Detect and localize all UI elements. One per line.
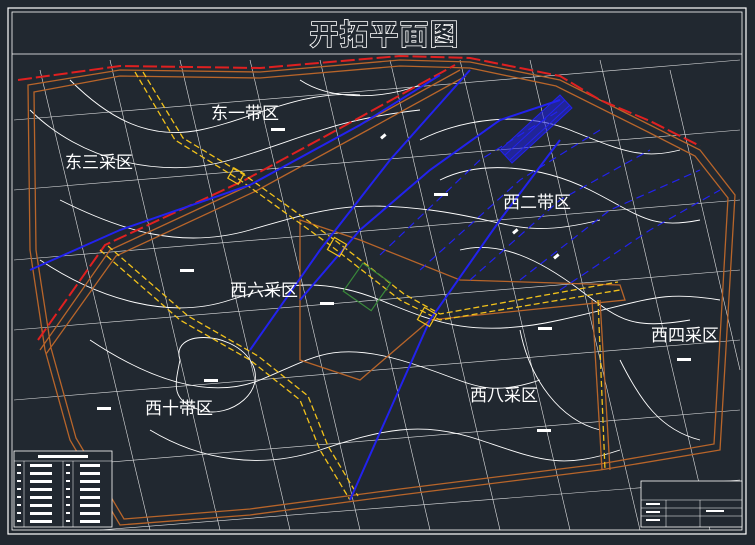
zone-label-xi-si: 西四采区 [651,326,719,346]
coordinate-grid [13,59,741,531]
working-face-hatch [499,94,573,164]
zone-label-dong-yi: 东一带区 [211,104,279,124]
drawing-canvas: 开拓平面图 东一带区 东三采区 西二带区 西六采区 西四采区 西八采区 西十带区 [0,0,755,545]
contour-lines [29,79,721,462]
zone-label-xi-ba: 西八采区 [470,386,538,406]
zone-label-xi-er: 西二带区 [503,193,571,213]
property-boundary [17,54,701,341]
zone-label-xi-shi: 西十带区 [145,399,213,419]
outer-frame [7,7,747,535]
drawing-title: 开拓平面图 [310,18,460,51]
legend-table [13,450,113,528]
mine-layout-drawing: 开拓平面图 东一带区 东三采区 西二带区 西六采区 西四采区 西八采区 西十带区 [7,7,747,535]
roadways-yellow [99,71,621,501]
zone-label-xi-liu: 西六采区 [230,281,298,301]
title-block [640,480,743,528]
zone-label-dong-san: 东三采区 [65,153,133,173]
field-boundary [27,59,736,526]
